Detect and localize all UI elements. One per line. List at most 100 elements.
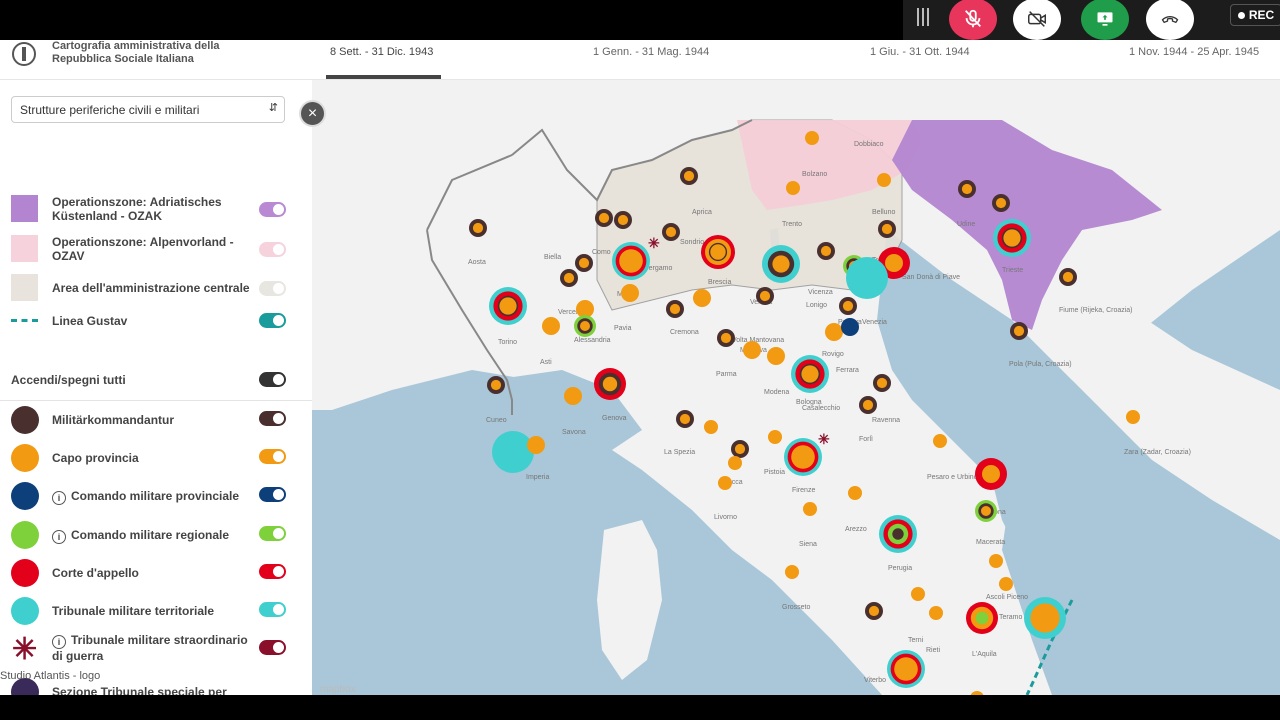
footer-logo[interactable]: Studio Atlantis - logo — [0, 670, 100, 682]
info-icon[interactable]: i — [52, 491, 66, 505]
screen-share-button[interactable] — [1081, 0, 1129, 40]
category-toggle[interactable] — [259, 640, 286, 655]
tab-period-4[interactable]: 1 Nov. 1944 - 25 Apr. 1945 — [1129, 46, 1259, 58]
map-marker[interactable] — [612, 242, 650, 280]
map-marker[interactable] — [975, 458, 1007, 490]
map-marker[interactable] — [966, 602, 998, 634]
toggle-gustav-line[interactable] — [259, 313, 286, 328]
mapbox-attribution[interactable]: mapbox — [320, 684, 356, 695]
toggle-ozav[interactable] — [259, 242, 286, 257]
map-marker[interactable] — [992, 194, 1010, 212]
map-marker[interactable] — [975, 500, 997, 522]
map-marker[interactable] — [929, 606, 943, 620]
place-label: Cremona — [670, 329, 699, 336]
map-marker[interactable] — [574, 315, 596, 337]
map-marker[interactable] — [717, 329, 735, 347]
info-icon[interactable]: i — [52, 635, 66, 649]
map-marker[interactable] — [594, 368, 626, 400]
map-marker[interactable] — [989, 554, 1003, 568]
map-marker[interactable] — [846, 257, 888, 299]
category-toggle[interactable] — [259, 411, 286, 426]
map-marker[interactable] — [731, 440, 749, 458]
map-marker[interactable] — [621, 284, 639, 302]
map-marker[interactable] — [999, 577, 1013, 591]
map-marker[interactable] — [933, 434, 947, 448]
hang-up-button[interactable] — [1146, 0, 1194, 40]
tab-period-1[interactable]: 8 Sett. - 31 Dic. 1943 — [330, 46, 433, 58]
map-marker[interactable] — [805, 131, 819, 145]
map-marker[interactable] — [560, 269, 578, 287]
map-marker[interactable] — [877, 173, 891, 187]
toggle-central-area[interactable] — [259, 281, 286, 296]
tab-period-3[interactable]: 1 Giu. - 31 Ott. 1944 — [870, 46, 970, 58]
map-marker[interactable] — [743, 341, 761, 359]
map-marker[interactable] — [958, 180, 976, 198]
tribunal-asterisk-marker[interactable]: ✳ — [648, 235, 660, 251]
map-marker[interactable] — [817, 242, 835, 260]
map-marker[interactable] — [887, 650, 925, 688]
map-marker[interactable] — [878, 220, 896, 238]
map-marker[interactable] — [492, 431, 534, 473]
map-marker[interactable] — [784, 438, 822, 476]
toggle-all[interactable] — [259, 372, 286, 387]
map-marker[interactable] — [693, 289, 711, 307]
map-marker[interactable] — [676, 410, 694, 428]
tribunal-asterisk-marker[interactable]: ✳ — [818, 431, 830, 447]
map-marker[interactable] — [564, 387, 582, 405]
map-marker[interactable] — [1024, 597, 1066, 639]
map-marker[interactable] — [803, 502, 817, 516]
map-marker[interactable] — [825, 323, 843, 341]
map-marker[interactable] — [662, 223, 680, 241]
place-label: Zara (Zadar, Croazia) — [1124, 449, 1191, 456]
toggle-ozak[interactable] — [259, 202, 286, 217]
map-marker[interactable] — [762, 245, 800, 283]
close-sidebar-button[interactable]: × — [299, 100, 326, 127]
app-logo-icon[interactable] — [12, 42, 36, 66]
category-toggle[interactable] — [259, 602, 286, 617]
map-marker[interactable] — [993, 219, 1031, 257]
map-marker[interactable] — [595, 209, 613, 227]
map-marker[interactable] — [1059, 268, 1077, 286]
map-marker[interactable] — [728, 456, 742, 470]
map-marker[interactable] — [701, 235, 735, 269]
category-toggle[interactable] — [259, 564, 286, 579]
map-marker[interactable] — [839, 297, 857, 315]
map-marker[interactable] — [704, 420, 718, 434]
map-marker[interactable] — [879, 515, 917, 553]
map-marker[interactable] — [911, 587, 925, 601]
map-marker[interactable] — [859, 396, 877, 414]
map-marker[interactable] — [841, 318, 859, 336]
map-marker[interactable] — [785, 565, 799, 579]
camera-toggle-button[interactable] — [1013, 0, 1061, 40]
grip-icon[interactable] — [917, 8, 931, 28]
layer-select[interactable]: Strutture periferiche civili e militari … — [11, 96, 285, 123]
map-marker[interactable] — [489, 287, 527, 325]
map-marker[interactable] — [469, 219, 487, 237]
map-marker[interactable] — [767, 347, 785, 365]
map-marker[interactable] — [680, 167, 698, 185]
map-marker[interactable] — [575, 254, 593, 272]
category-toggle[interactable] — [259, 487, 286, 502]
map-marker[interactable] — [1126, 410, 1140, 424]
mute-mic-button[interactable] — [949, 0, 997, 40]
map-marker[interactable] — [718, 476, 732, 490]
map-view[interactable]: Bolzano Dobbiaco Trento Belluno Udine Trieste… — [312, 80, 1280, 695]
map-marker[interactable] — [1010, 322, 1028, 340]
category-toggle[interactable] — [259, 449, 286, 464]
map-marker[interactable] — [487, 376, 505, 394]
map-marker[interactable] — [786, 181, 800, 195]
info-icon[interactable]: i — [52, 530, 66, 544]
map-canvas[interactable]: Bolzano Dobbiaco Trento Belluno Udine Trieste… — [312, 80, 1280, 695]
map-marker[interactable] — [848, 486, 862, 500]
map-marker[interactable] — [768, 430, 782, 444]
category-toggle[interactable] — [259, 526, 286, 541]
map-marker[interactable] — [865, 602, 883, 620]
map-marker[interactable] — [756, 287, 774, 305]
map-marker[interactable] — [527, 436, 545, 454]
map-marker[interactable] — [791, 355, 829, 393]
map-marker[interactable] — [873, 374, 891, 392]
tab-period-2[interactable]: 1 Genn. - 31 Mag. 1944 — [593, 46, 709, 58]
map-marker[interactable] — [666, 300, 684, 318]
map-marker[interactable] — [542, 317, 560, 335]
map-marker[interactable] — [614, 211, 632, 229]
